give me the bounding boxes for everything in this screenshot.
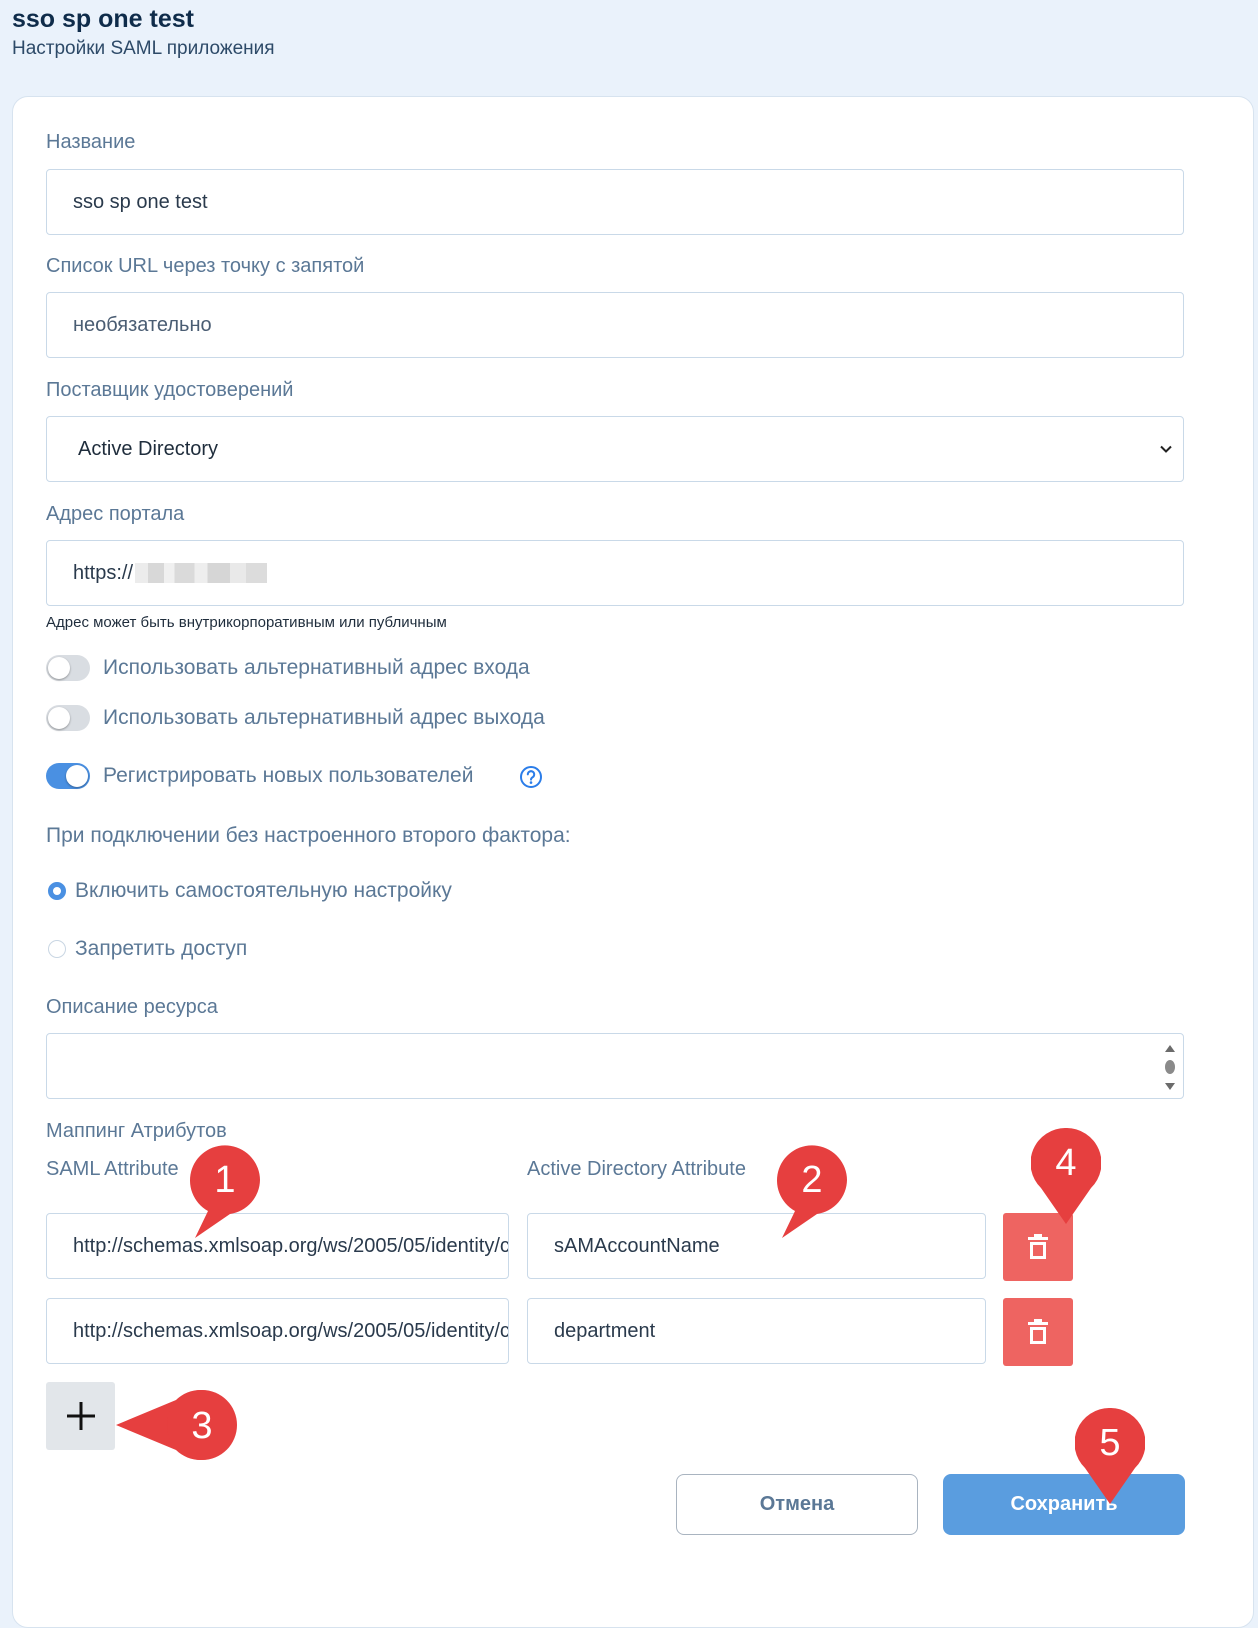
ad-attr-input-2[interactable]: department [527, 1298, 986, 1364]
redacted-region [135, 563, 268, 583]
provider-select-value: Active Directory [78, 437, 219, 460]
description-label: Описание ресурса [46, 996, 218, 1018]
urls-input-placeholder: необязательно [73, 313, 212, 336]
plus-icon [66, 1402, 95, 1430]
urls-label: Список URL через точку с запятой [46, 255, 365, 277]
toggle-knob [48, 707, 70, 729]
portal-input-value: https:// [73, 561, 134, 584]
alt-login-label: Использовать альтернативный адрес входа [103, 656, 530, 679]
cancel-button[interactable]: Отмена [676, 1474, 918, 1535]
add-row-button[interactable] [46, 1382, 115, 1450]
annotation-marker-1: 1 [190, 1145, 260, 1238]
provider-label: Поставщик удостоверений [46, 379, 294, 401]
radio-self-setup-label: Включить самостоятельную настройку [75, 879, 452, 902]
saml-attr-value: http://schemas.xmlsoap.org/ws/2005/05/id… [73, 1234, 509, 1257]
name-input[interactable]: sso sp one test [46, 169, 1184, 235]
page-title: sso sp one test [12, 5, 194, 33]
toggle-knob [66, 765, 88, 787]
saml-attr-input-2[interactable]: http://schemas.xmlsoap.org/ws/2005/05/id… [46, 1298, 509, 1364]
chevron-down-icon [1160, 445, 1172, 453]
provider-select[interactable]: Active Directory [46, 416, 1184, 482]
ad-attr-value: department [554, 1319, 656, 1342]
annotation-marker-4: 4 [1031, 1128, 1101, 1224]
marker-number: 5 [1099, 1422, 1120, 1464]
saml-attr-value: http://schemas.xmlsoap.org/ws/2005/05/id… [73, 1319, 509, 1342]
trash-icon [1028, 1234, 1048, 1259]
delete-row-button-2[interactable] [1003, 1298, 1073, 1366]
help-icon[interactable] [519, 765, 543, 789]
page-header: sso sp one test Настройки SAML приложени… [12, 4, 275, 60]
radio-self-setup[interactable] [48, 882, 66, 900]
second-factor-label: При подключении без настроенного второго… [46, 824, 571, 847]
marker-number: 2 [801, 1159, 822, 1201]
portal-label: Адрес портала [46, 503, 185, 525]
ad-attr-header: Active Directory Attribute [527, 1158, 746, 1180]
register-users-toggle[interactable] [46, 763, 90, 789]
ad-attr-input-1[interactable]: sAMAccountName [527, 1213, 986, 1279]
portal-hint: Адрес может быть внутрикорпоративным или… [46, 614, 447, 631]
register-users-label: Регистрировать новых пользователей [103, 764, 474, 787]
trash-icon [1028, 1319, 1048, 1344]
save-button[interactable]: Сохранить [943, 1474, 1185, 1535]
saml-attr-header: SAML Attribute [46, 1158, 179, 1180]
description-textarea[interactable] [46, 1033, 1184, 1099]
name-input-value: sso sp one test [73, 190, 208, 213]
ad-attr-value: sAMAccountName [554, 1234, 720, 1257]
annotation-marker-3: 3 [116, 1390, 237, 1460]
alt-logout-label: Использовать альтернативный адрес выхода [103, 706, 545, 729]
marker-number: 3 [191, 1405, 212, 1447]
saml-attr-input-1[interactable]: http://schemas.xmlsoap.org/ws/2005/05/id… [46, 1213, 509, 1279]
textarea-scrollbar[interactable] [1163, 1040, 1177, 1094]
mapping-label: Маппинг Атрибутов [46, 1120, 227, 1142]
annotation-marker-2: 2 [777, 1145, 847, 1238]
name-label: Название [46, 131, 136, 153]
page-subtitle: Настройки SAML приложения [12, 38, 275, 59]
urls-input[interactable]: необязательно [46, 292, 1184, 358]
alt-logout-toggle[interactable] [46, 705, 90, 731]
marker-number: 1 [214, 1159, 235, 1201]
toggle-knob [48, 657, 70, 679]
alt-login-toggle[interactable] [46, 655, 90, 681]
radio-deny-access[interactable] [48, 940, 66, 958]
annotation-marker-5: 5 [1075, 1408, 1145, 1504]
marker-number: 4 [1055, 1142, 1076, 1184]
radio-deny-access-label: Запретить доступ [75, 937, 248, 960]
portal-input[interactable]: https:// [46, 540, 1184, 606]
